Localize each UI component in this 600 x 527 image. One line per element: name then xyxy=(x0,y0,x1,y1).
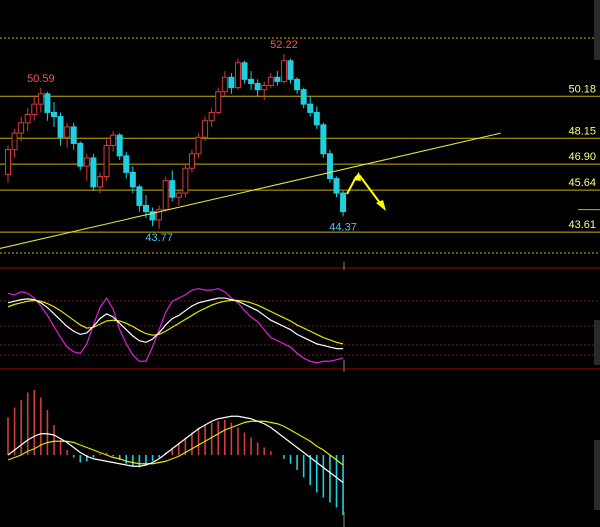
candle-body xyxy=(267,76,274,87)
level-label: 50.18 xyxy=(568,83,596,95)
candle-body xyxy=(182,167,189,194)
candle-body xyxy=(188,153,195,169)
macd-histogram xyxy=(7,390,344,515)
candle-body xyxy=(333,178,340,194)
candle-body xyxy=(208,111,215,122)
candle-body xyxy=(31,103,38,115)
candle-body xyxy=(175,192,182,198)
candle-body xyxy=(326,153,333,180)
candlesticks xyxy=(5,54,347,229)
scrollbar-top[interactable] xyxy=(594,0,600,60)
candle-body xyxy=(57,116,64,138)
candle-body xyxy=(116,134,123,157)
level-label: 46.90 xyxy=(568,151,596,163)
kdj-panel xyxy=(0,287,600,364)
candle-body xyxy=(64,126,71,138)
price-annotation-low-mid: 43.77 xyxy=(145,232,173,244)
candle-body xyxy=(274,76,281,82)
candle-body xyxy=(5,149,11,175)
candle-body xyxy=(70,126,77,144)
candle-body xyxy=(96,176,103,188)
candle-body xyxy=(234,62,241,89)
candle-body xyxy=(142,204,149,213)
candle-body xyxy=(320,124,327,155)
candle-body xyxy=(123,155,130,173)
price-annotation-high-peak: 52.22 xyxy=(270,39,298,51)
candle-body xyxy=(300,89,307,105)
candle-body xyxy=(195,136,202,155)
candle-body xyxy=(221,76,228,93)
macd-dea-line xyxy=(7,420,344,466)
candle-body xyxy=(110,134,117,147)
candle-body xyxy=(261,85,268,91)
candle-body xyxy=(241,62,248,80)
candle-body xyxy=(90,157,97,188)
candle-body xyxy=(103,145,110,178)
candle-body xyxy=(44,93,51,113)
candle-body xyxy=(162,180,169,211)
candle-body xyxy=(11,132,18,151)
candle-body xyxy=(228,76,235,89)
kdj-k-line xyxy=(7,297,344,350)
candle-body xyxy=(254,82,261,91)
candle-body xyxy=(129,171,136,188)
kdj-d-line xyxy=(7,299,344,345)
level-label: 45.64 xyxy=(568,177,596,189)
scrollbar-bottom[interactable] xyxy=(594,440,600,510)
scrollbar-middle[interactable] xyxy=(594,320,600,365)
price-annotation-high-left: 50.59 xyxy=(27,73,55,85)
candle-body xyxy=(340,192,347,213)
projection-arrow-head-up xyxy=(353,172,361,181)
candle-body xyxy=(18,122,25,134)
projection-arrow-head xyxy=(376,200,386,211)
candle-body xyxy=(287,60,294,80)
candle-body xyxy=(202,120,209,138)
candle-body xyxy=(169,180,176,198)
support-resistance-levels: 50.18 48.15 46.90 45.64 43.61 xyxy=(0,83,600,233)
macd-panel xyxy=(7,390,344,515)
level-label: 43.61 xyxy=(568,219,596,231)
price-panel: 50.18 48.15 46.90 45.64 43.61 50.59 52.22 43.7… xyxy=(0,37,600,254)
projection-arrow xyxy=(346,172,386,211)
candle-body xyxy=(215,91,222,113)
level-label: 48.15 xyxy=(568,125,596,137)
candle-body xyxy=(248,78,255,84)
candle-body xyxy=(77,142,84,167)
candle-body xyxy=(280,60,287,82)
price-annotation-low-last: 44.37 xyxy=(329,221,357,233)
candle-body xyxy=(37,93,44,105)
candle-body xyxy=(50,111,57,118)
candle-body xyxy=(24,113,31,124)
candle-body xyxy=(313,111,320,126)
trendline xyxy=(0,132,501,249)
macd-dif-line xyxy=(7,415,344,483)
stock-chart: 50.18 48.15 46.90 45.64 43.61 50.59 52.22 43.7… xyxy=(0,37,600,527)
candle-body xyxy=(136,186,143,206)
candle-body xyxy=(294,78,301,91)
candle-body xyxy=(83,157,90,167)
candle-body xyxy=(307,103,314,113)
